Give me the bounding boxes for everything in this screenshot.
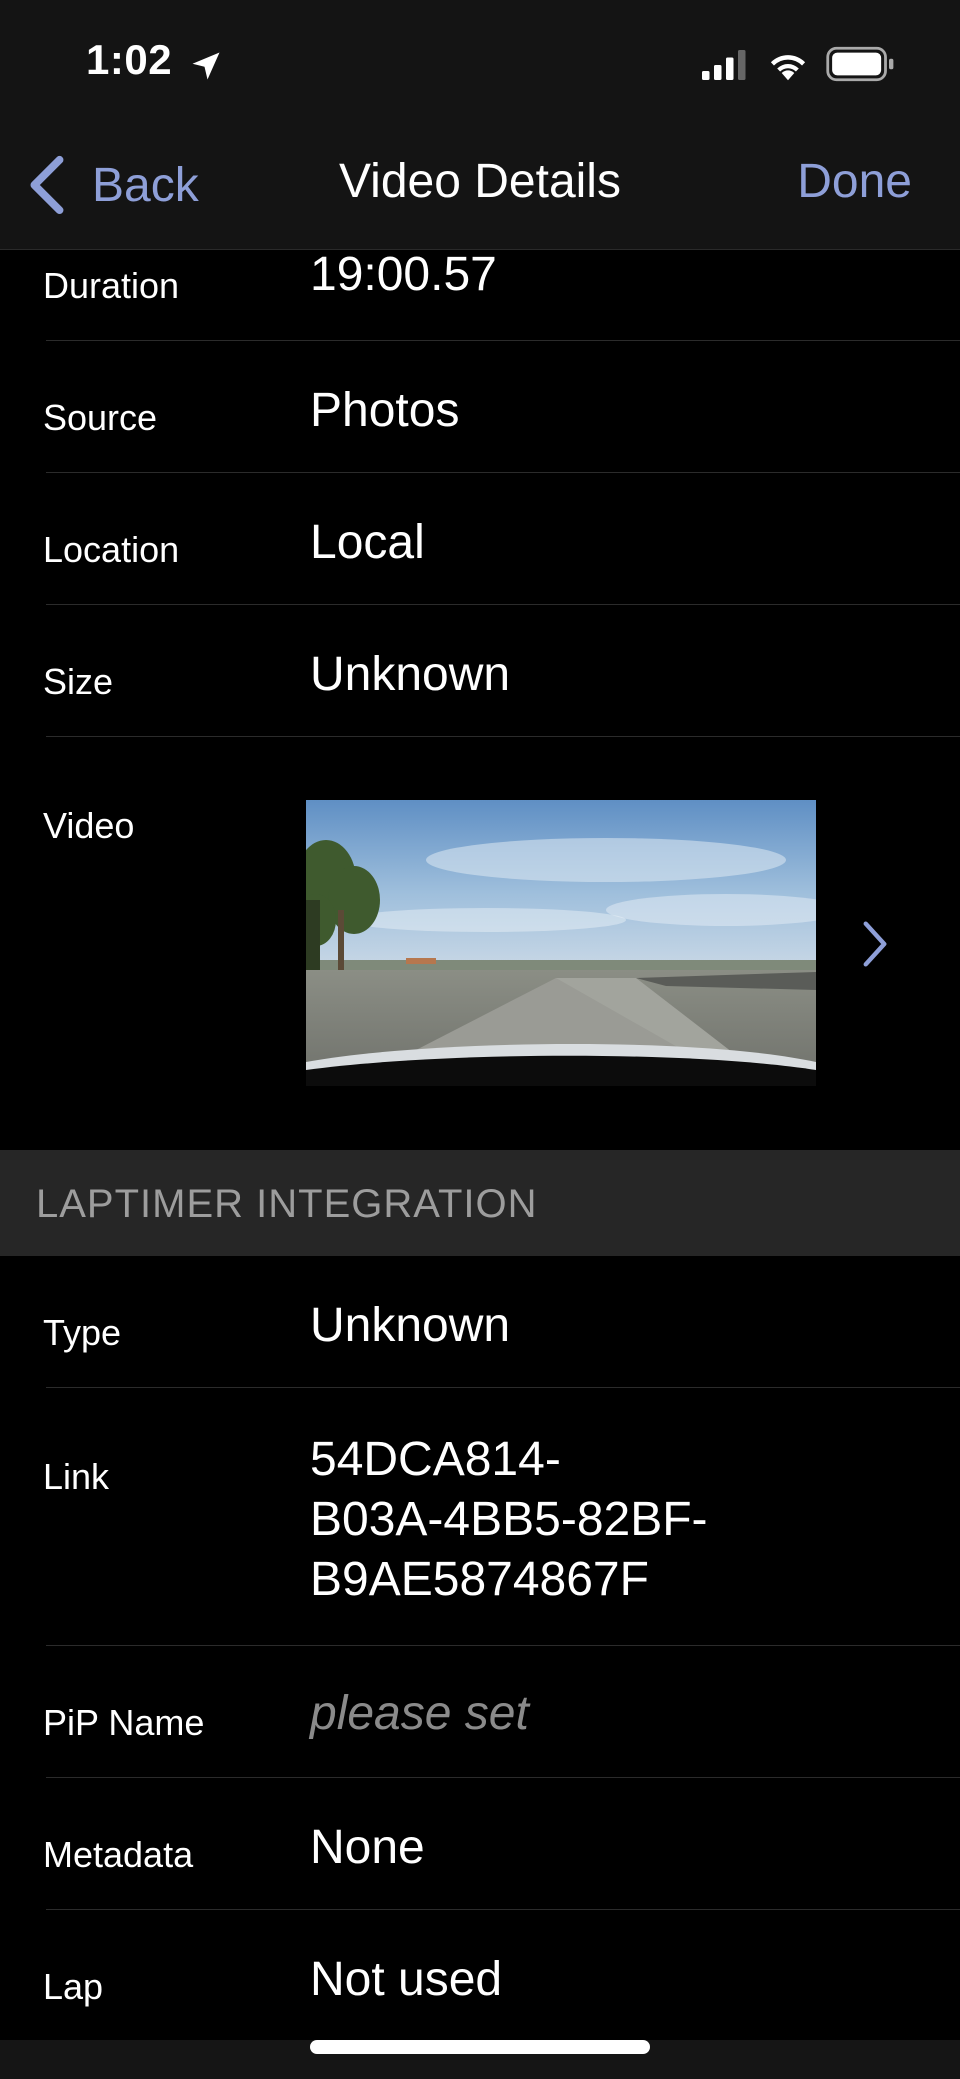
pip-name-label: PiP Name (43, 1702, 205, 1743)
source-label: Source (43, 397, 158, 438)
section-header: LAPTIMER INTEGRATION (0, 1150, 960, 1256)
duration-label: Duration (43, 265, 180, 306)
top-bar: 1:02 Back Video Details Done (0, 0, 960, 250)
source-value: Photos (310, 384, 460, 437)
status-time: 1:02 (86, 36, 173, 83)
type-label: Type (43, 1312, 122, 1353)
size-row: Size Unknown (0, 605, 960, 737)
pip-name-row[interactable]: PiP Name please set (0, 1646, 960, 1778)
link-value-line: B03A-4BB5-82BF- (310, 1493, 708, 1546)
location-arrow-icon (192, 52, 220, 80)
lap-value: Not used (310, 1953, 503, 2006)
home-indicator[interactable] (310, 2040, 650, 2054)
video-thumbnail-image (306, 800, 816, 1086)
video-label: Video (43, 805, 135, 846)
lap-row[interactable]: Lap Not used (0, 1910, 960, 2042)
location-value: Local (310, 516, 425, 569)
size-value: Unknown (310, 648, 511, 701)
type-value: Unknown (310, 1299, 511, 1352)
done-button[interactable]: Done (797, 154, 912, 209)
link-row[interactable]: Link 54DCA814- B03A-4BB5-82BF- B9AE58748… (0, 1388, 960, 1646)
location-label: Location (43, 529, 180, 570)
link-value: 54DCA814- B03A-4BB5-82BF- B9AE5874867F (310, 1430, 708, 1610)
link-value-line: B9AE5874867F (310, 1553, 649, 1606)
size-label: Size (43, 661, 114, 702)
metadata-row[interactable]: Metadata None (0, 1778, 960, 1910)
link-label: Link (43, 1456, 110, 1497)
section-header-title: LAPTIMER INTEGRATION (36, 1182, 538, 1226)
metadata-value: None (310, 1821, 425, 1874)
signal-icon (702, 50, 746, 80)
metadata-label: Metadata (43, 1834, 194, 1875)
video-thumbnail[interactable] (306, 800, 816, 1086)
link-value-line: 54DCA814- (310, 1433, 561, 1486)
duration-row: Duration 19:00.57 (0, 248, 960, 341)
location-row[interactable]: Location Local (0, 473, 960, 605)
chevron-right-icon[interactable] (862, 920, 888, 968)
battery-icon (826, 46, 894, 82)
type-row[interactable]: Type Unknown (0, 1256, 960, 1388)
pip-name-field[interactable]: please set (310, 1684, 529, 1744)
source-row[interactable]: Source Photos (0, 341, 960, 473)
lap-label: Lap (43, 1966, 104, 2007)
wifi-icon (770, 55, 806, 81)
duration-value: 19:00.57 (310, 248, 497, 301)
